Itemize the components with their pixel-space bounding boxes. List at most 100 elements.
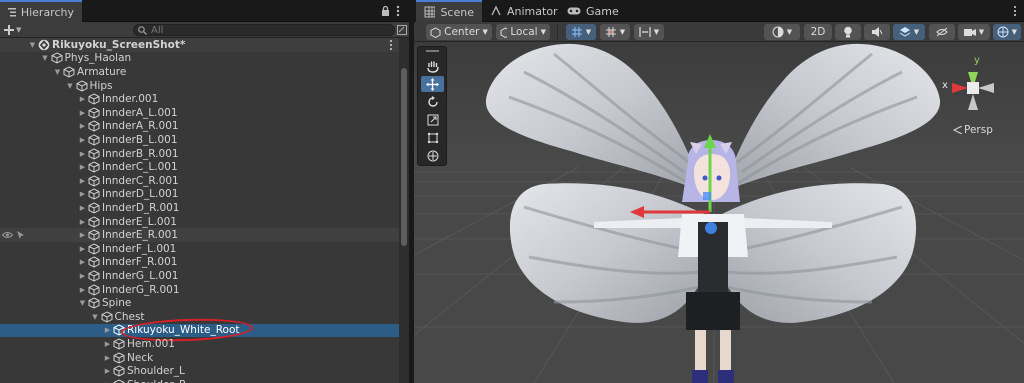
tree-row[interactable]: ▶ InnderG_R.001 [0,283,399,297]
tree-row[interactable]: ▼ Hips [0,79,399,93]
rect-tool-button[interactable] [421,130,444,146]
more-icon[interactable] [389,39,393,51]
tree-row[interactable]: ▶ InnderE_R.001 [0,228,399,242]
expand-arrow-open-icon[interactable]: ▼ [78,299,87,308]
hand-tool-button[interactable] [421,58,444,74]
effects-dropdown[interactable]: ▼ [893,24,925,40]
expand-arrow-closed-icon[interactable]: ▶ [78,163,87,172]
scene-root-row[interactable]: ▼ Rikuyoku_ScreenShot* [0,38,399,52]
expand-arrow-closed-icon[interactable]: ▶ [103,367,112,376]
expand-arrow-closed-icon[interactable]: ▶ [78,271,87,280]
camera-dropdown[interactable]: ▼ [958,24,990,40]
expand-arrow-closed-icon[interactable]: ▶ [78,176,87,185]
expand-arrow-closed-icon[interactable]: ▶ [78,217,87,226]
expand-arrow-closed-icon[interactable]: ▶ [78,190,87,199]
move-icon [426,77,439,91]
chevron-down-icon: ▼ [540,28,546,36]
tree-row[interactable]: ▶ InnderC_L.001 [0,160,399,174]
rotate-tool-button[interactable] [421,94,444,110]
tree-row[interactable]: ▶ InnderF_L.001 [0,242,399,256]
audio-toggle[interactable] [864,24,890,40]
add-button[interactable]: ▼ [4,23,28,37]
filter-icon[interactable] [397,25,407,35]
expand-arrow-closed-icon[interactable]: ▶ [78,149,87,158]
tree-row[interactable]: ▶ InnderB_L.001 [0,133,399,147]
more-icon[interactable] [1013,5,1017,17]
tab-scene[interactable]: Scene [416,0,482,22]
scene-render[interactable] [414,42,1024,383]
tree-row[interactable]: ▼ Phys_Haolan [0,52,399,66]
projection-toggle[interactable]: Persp [953,124,993,136]
tree-row[interactable]: ▶ InnderC_R.001 [0,174,399,188]
lock-icon[interactable] [381,6,390,16]
node-label: InnderB_L.001 [102,133,178,146]
tab-label: Game [586,4,619,18]
cube-icon [88,107,100,119]
tree-row[interactable]: ▼ Spine [0,296,399,310]
expand-arrow-closed-icon[interactable]: ▶ [103,339,112,348]
search-input[interactable] [151,24,381,36]
eye-icon[interactable] [2,231,13,239]
tree-row[interactable]: ▶ InnderA_L.001 [0,106,399,120]
tree-row[interactable]: ▶ InnderF_R.001 [0,256,399,270]
tree-row[interactable]: ▶ Hem.001 [0,337,399,351]
grid-snap-toggle[interactable]: ▼ [566,24,596,40]
gamepad-icon [567,7,581,15]
expand-arrow-closed-icon[interactable]: ▶ [78,258,87,267]
scale-tool-button[interactable] [421,112,444,128]
expand-arrow-open-icon[interactable]: ▼ [53,67,62,76]
hand-icon [426,61,439,73]
expand-arrow-closed-icon[interactable]: ▶ [78,244,87,253]
space-dropdown[interactable]: Local ▼ [496,24,550,40]
tree-row[interactable]: ▶ InnderE_L.001 [0,215,399,229]
tools-overlay [417,46,447,166]
scrollbar-thumb[interactable] [401,68,407,246]
transform-tool-button[interactable] [421,148,444,164]
tab-game[interactable]: Game [559,0,627,22]
tree-row[interactable]: ▶ InnderB_R.001 [0,147,399,161]
tree-row-selected[interactable]: ▶ Rikuyoku_White_Root [0,317,399,344]
expand-arrow-open-icon[interactable]: ▼ [66,81,75,90]
increment-snap-button[interactable]: ▼ [600,24,630,40]
pick-icon[interactable] [16,230,25,240]
scene-visibility-toggle[interactable] [929,24,955,40]
fold-arrow-icon[interactable]: ▼ [28,40,37,49]
hierarchy-scrollbar[interactable] [399,38,409,383]
expand-arrow-closed-icon[interactable]: ▶ [78,203,87,212]
expand-arrow-closed-icon[interactable]: ▶ [103,353,112,362]
search-field[interactable] [133,24,395,36]
draw-mode-dropdown[interactable]: ▼ [764,24,800,40]
drag-handle[interactable] [426,50,439,52]
tab-hierarchy[interactable]: Hierarchy [0,0,82,22]
expand-arrow-closed-icon[interactable]: ▶ [78,135,87,144]
scene-viewport[interactable]: y x Persp [414,42,1024,383]
expand-arrow-open-icon[interactable]: ▼ [41,54,50,63]
tree-row[interactable]: ▶ Shoulder_L [0,364,399,378]
rotate-icon [427,96,438,107]
visibility-controls[interactable] [2,230,26,240]
expand-arrow-closed-icon[interactable]: ▶ [78,231,87,240]
expand-arrow-open-icon[interactable]: ▼ [91,312,100,321]
tree-row[interactable]: ▶ Innder.001 [0,92,399,106]
tree-row[interactable]: ▶ InnderG_L.001 [0,269,399,283]
tree-row[interactable]: ▼ Armature [0,65,399,79]
more-icon[interactable] [396,5,400,17]
expand-arrow-closed-icon[interactable]: ▶ [78,122,87,131]
tree-row[interactable]: ▶ InnderA_R.001 [0,120,399,134]
pivot-dropdown[interactable]: Center ▼ [426,24,492,40]
expand-arrow-closed-icon[interactable]: ▶ [78,95,87,104]
tree-row[interactable]: ▶ InnderD_L.001 [0,188,399,202]
tree-row[interactable]: ▶ Neck [0,351,399,365]
tree-row[interactable]: ▶ InnderD_R.001 [0,201,399,215]
move-tool-button[interactable] [421,76,444,92]
gizmos-dropdown[interactable]: ▼ [993,24,1021,40]
expand-arrow-closed-icon[interactable]: ▶ [78,285,87,294]
tab-animator[interactable]: Animator [482,0,566,22]
gizmo-y-label: y [974,55,980,66]
toggle-2d-button[interactable]: 2D [804,24,832,40]
expand-arrow-closed-icon[interactable]: ▶ [103,326,112,335]
lighting-toggle[interactable] [835,24,861,40]
expand-arrow-closed-icon[interactable]: ▶ [78,108,87,117]
tree-row[interactable]: ▶Shoulder_R [0,378,399,383]
align-button[interactable]: ▼ [634,24,664,40]
